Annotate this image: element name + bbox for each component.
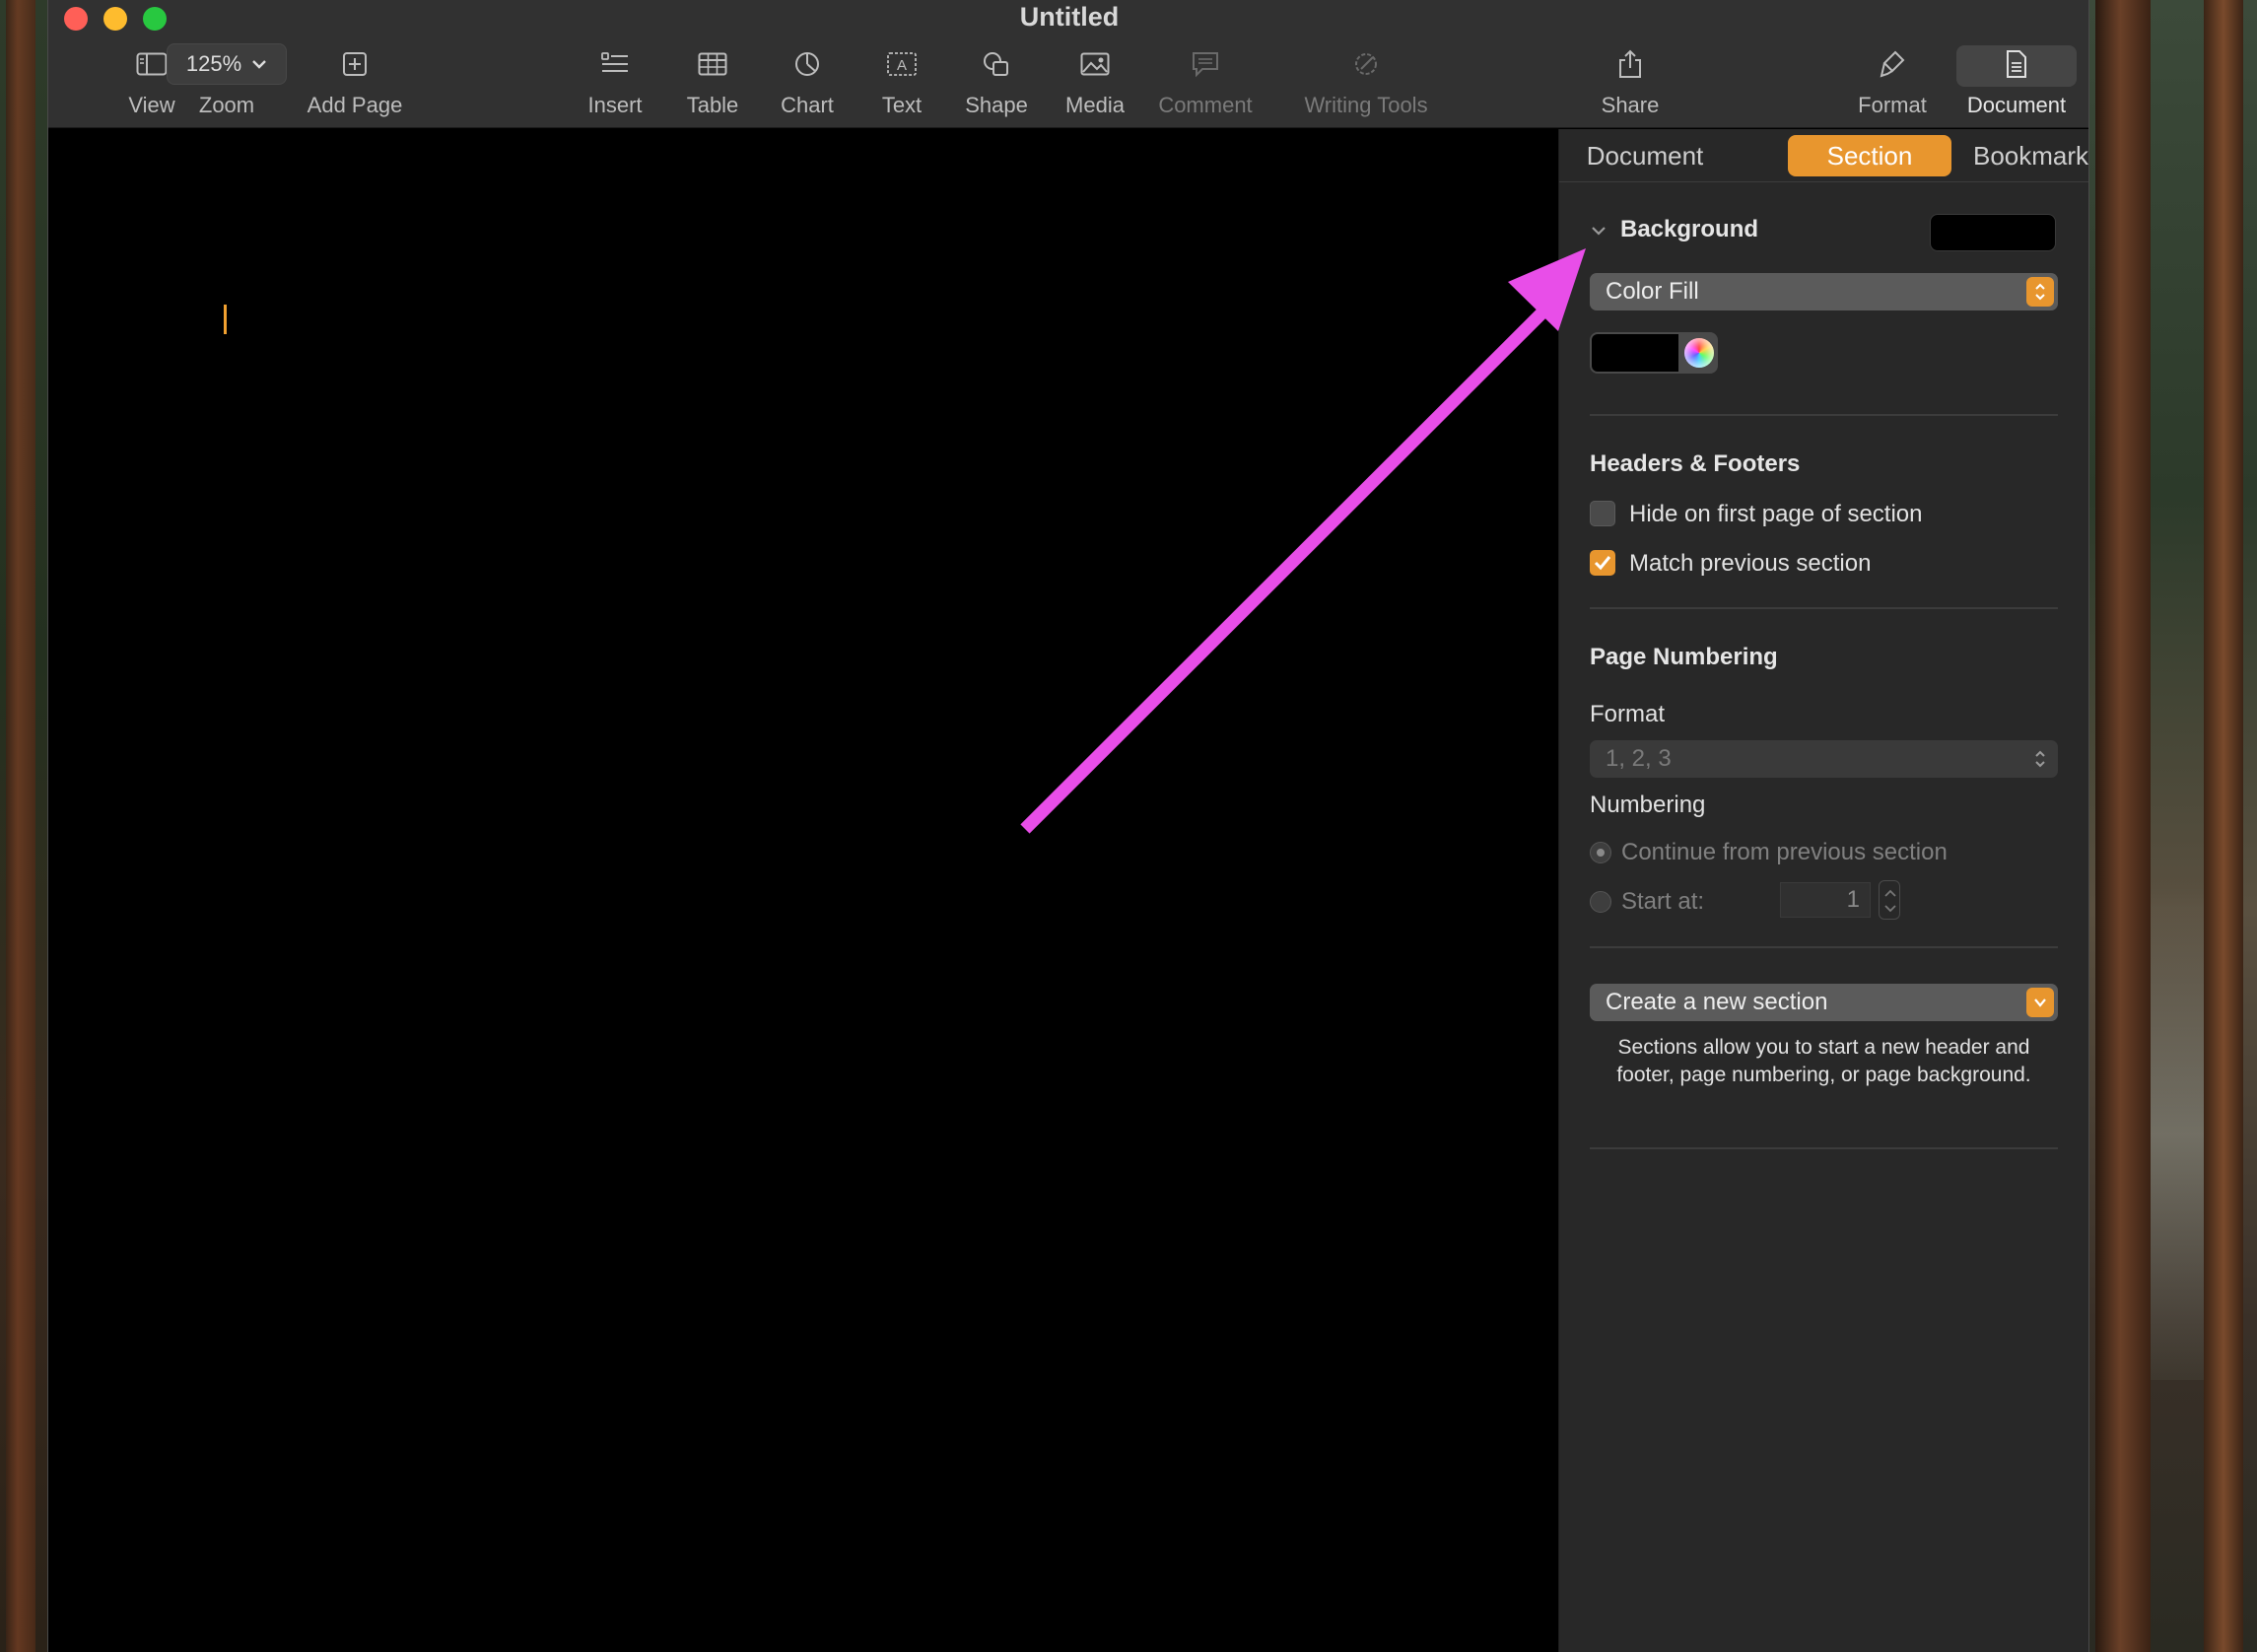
hide-first-page-label: Hide on first page of section <box>1629 501 1923 527</box>
number-format-value: 1, 2, 3 <box>1606 745 1672 772</box>
divider <box>1590 414 2058 416</box>
zoom-control[interactable]: 125% Zoom <box>163 43 291 124</box>
updown-chevron-icon <box>2026 744 2054 774</box>
paintbrush-icon <box>1879 43 1906 85</box>
comment-icon <box>1191 43 1220 85</box>
table-button[interactable]: Table <box>663 43 762 124</box>
divider <box>1590 607 2058 609</box>
color-wheel-icon[interactable] <box>1684 338 1714 368</box>
toolbar: Untitled View 125% Zoom Add Page Insert … <box>48 0 2088 128</box>
comment-button[interactable]: Comment <box>1141 43 1269 124</box>
start-at-label: Start at: <box>1621 888 1705 915</box>
background-heading: Background <box>1620 216 1759 242</box>
section-help-text: Sections allow you to start a new header… <box>1616 1036 2031 1086</box>
media-button[interactable]: Media <box>1046 43 1144 124</box>
shape-button[interactable]: Shape <box>947 43 1046 124</box>
match-previous-label: Match previous section <box>1629 550 1872 577</box>
chevron-down-icon <box>251 59 267 69</box>
window-title: Untitled <box>1019 2 1120 32</box>
background-color-well[interactable] <box>1930 214 2056 251</box>
page-numbering-heading: Page Numbering <box>1590 644 1778 670</box>
insert-icon <box>600 43 630 85</box>
chart-button[interactable]: Chart <box>758 43 856 124</box>
fill-type-popup[interactable]: Color Fill <box>1590 273 2058 310</box>
format-button[interactable]: Format <box>1843 43 1942 124</box>
fill-type-value: Color Fill <box>1606 278 1699 305</box>
numbering-label: Numbering <box>1590 792 1706 818</box>
checkmark-icon <box>1594 556 1611 571</box>
inspector-tabs: Document Section Bookmarks <box>1559 129 2088 182</box>
tab-document[interactable]: Document <box>1571 135 1719 176</box>
document-inspector: Document Section Bookmarks Background Co… <box>1558 129 2088 1652</box>
desktop-wallpaper-right <box>2087 0 2257 1652</box>
comment-label: Comment <box>1158 93 1253 117</box>
tab-section[interactable]: Section <box>1788 135 1951 176</box>
start-at-stepper[interactable] <box>1879 880 1900 920</box>
number-format-popup[interactable]: 1, 2, 3 <box>1590 740 2058 778</box>
insert-button[interactable]: Insert <box>566 43 664 124</box>
document-canvas[interactable] <box>48 129 1558 1652</box>
svg-text:A: A <box>897 57 907 74</box>
document-icon <box>2005 43 2028 85</box>
continue-label: Continue from previous section <box>1621 839 1948 865</box>
format-label: Format <box>1590 701 1666 727</box>
desktop-wallpaper-left <box>0 0 51 1652</box>
start-at-field[interactable]: 1 <box>1780 882 1871 918</box>
writing-tools-button[interactable]: Writing Tools <box>1282 43 1450 124</box>
share-button[interactable]: Share <box>1581 43 1679 124</box>
hide-first-page-checkbox[interactable] <box>1590 501 1615 526</box>
zoom-value: 125% <box>185 51 242 76</box>
pages-window: Untitled View 125% Zoom Add Page Insert … <box>47 0 2089 1652</box>
insert-label: Insert <box>587 93 643 117</box>
text-label: Text <box>881 93 923 117</box>
document-label: Document <box>1966 93 2067 117</box>
text-cursor <box>224 305 227 334</box>
start-at-radio[interactable] <box>1590 891 1611 913</box>
zoom-dropdown[interactable]: 125% <box>167 43 287 85</box>
tab-bookmarks[interactable]: Bookmarks <box>1973 135 2088 176</box>
format-label: Format <box>1858 93 1927 117</box>
share-label: Share <box>1601 93 1660 117</box>
updown-chevron-icon <box>2026 277 2054 307</box>
shape-label: Shape <box>965 93 1028 117</box>
create-section-label: Create a new section <box>1606 989 1828 1015</box>
create-section-popup[interactable]: Create a new section <box>1590 984 2058 1021</box>
share-icon <box>1617 43 1643 85</box>
add-page-button[interactable]: Add Page <box>291 43 419 124</box>
zoom-label: Zoom <box>198 93 255 117</box>
media-label: Media <box>1065 93 1125 117</box>
document-button[interactable]: Document <box>1967 43 2066 124</box>
text-box-icon: A <box>886 43 918 85</box>
table-label: Table <box>686 93 739 117</box>
chart-icon <box>793 43 821 85</box>
shape-icon <box>982 43 1011 85</box>
chart-label: Chart <box>781 93 834 117</box>
match-previous-checkbox[interactable] <box>1590 550 1615 576</box>
disclosure-chevron-icon[interactable] <box>1590 224 1607 241</box>
photo-icon <box>1080 43 1110 85</box>
continue-radio[interactable] <box>1590 842 1611 863</box>
divider <box>1590 946 2058 948</box>
headers-footers-heading: Headers & Footers <box>1590 450 1801 477</box>
chevron-down-icon <box>2026 988 2054 1017</box>
divider <box>1590 1147 2058 1149</box>
table-icon <box>698 43 727 85</box>
text-button[interactable]: A Text <box>853 43 951 124</box>
fill-color-swatch[interactable] <box>1592 334 1678 372</box>
writing-tools-icon <box>1351 43 1381 85</box>
add-page-icon <box>342 43 368 85</box>
writing-tools-label: Writing Tools <box>1304 93 1428 117</box>
fill-color-picker[interactable] <box>1590 332 1718 374</box>
add-page-label: Add Page <box>307 93 403 117</box>
